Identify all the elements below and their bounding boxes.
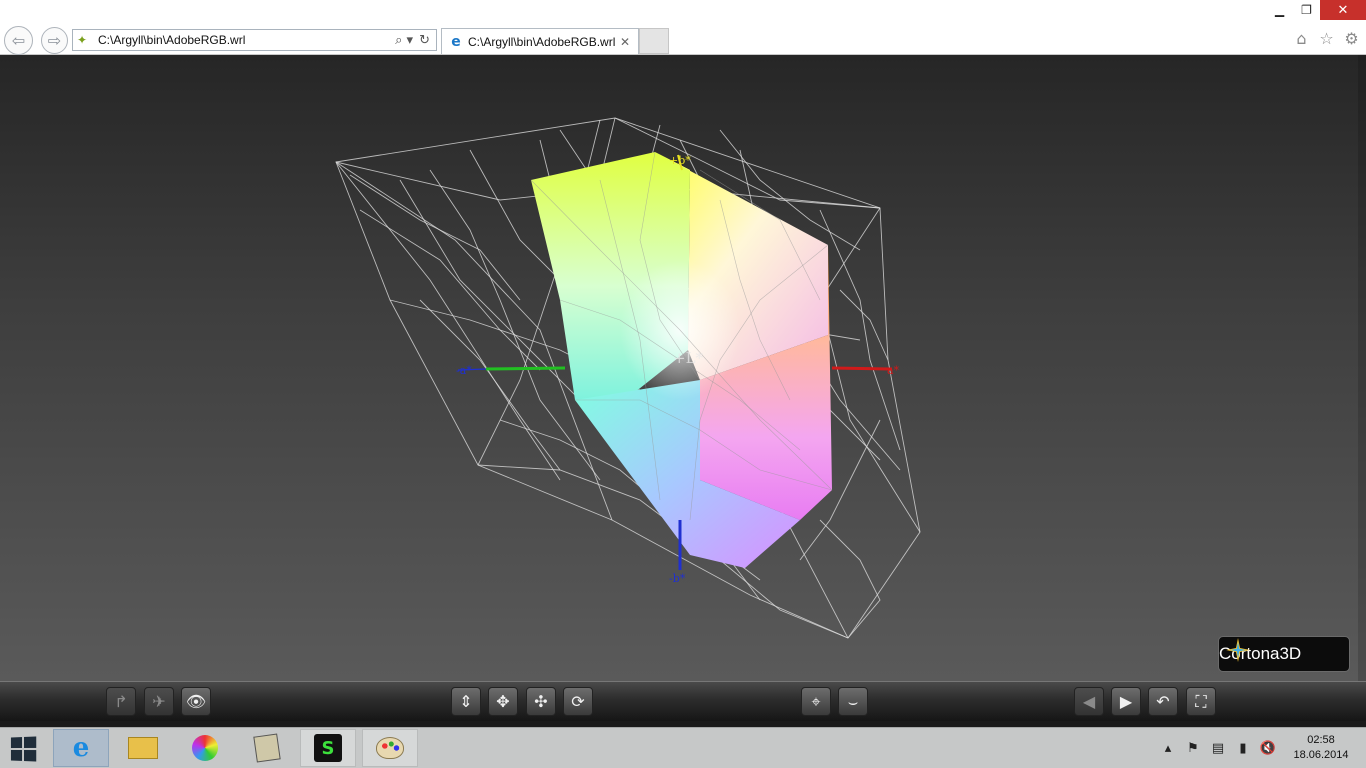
- address-url[interactable]: C:\Argyll\bin\AdobeRGB.wrl: [98, 33, 395, 47]
- window-controls: ▁ ❐ ✕: [1266, 0, 1366, 20]
- minimize-icon: ▁: [1274, 3, 1285, 17]
- browser-chrome: ▁ ❐ ✕ ⇦ ⇨ ✦ C:\Argyll\bin\AdobeRGB.wrl ⌕…: [0, 0, 1366, 55]
- new-tab-button[interactable]: [639, 28, 669, 54]
- tab-close-icon[interactable]: ✕: [620, 35, 634, 49]
- align-icon: ⌣: [847, 691, 859, 711]
- taskbar-color-app[interactable]: [177, 729, 233, 767]
- tab-title: C:\Argyll\bin\AdobeRGB.wrl: [468, 34, 616, 49]
- plan-icon: ⇕: [459, 692, 473, 711]
- windows-logo-pane: [24, 750, 37, 762]
- next-viewpoint-icon: ▶: [1119, 692, 1133, 711]
- action-center-flag-icon[interactable]: ⚑: [1185, 740, 1201, 756]
- taskbar-green-app[interactable]: S: [300, 729, 356, 767]
- taskbar-calibration-app[interactable]: [239, 729, 295, 767]
- close-icon: ✕: [1337, 2, 1349, 18]
- ie-tab-icon: e: [451, 33, 461, 50]
- gear-icon[interactable]: ⚙: [1343, 29, 1360, 48]
- star-icon[interactable]: ☆: [1318, 29, 1335, 48]
- signal-icon[interactable]: ▮: [1235, 740, 1251, 756]
- roll-button[interactable]: ⟳: [563, 687, 593, 716]
- viewer-toolbar: ↱ ✈ 👁 ⇕ ✥ ✣ ⟳ ⌖ ⌣ ◀ ▶ ↶ ⛶: [0, 681, 1366, 721]
- calibration-icon: [253, 733, 281, 763]
- forward-arrow-icon: ⇨: [47, 31, 62, 50]
- pan-icon: ✥: [496, 692, 510, 711]
- next-viewpoint-button[interactable]: ▶: [1111, 687, 1141, 716]
- system-tray: ▴ ⚑ ▤ ▮ 🔇: [1160, 740, 1276, 756]
- pan-button[interactable]: ✥: [488, 687, 518, 716]
- windows-logo-pane: [10, 749, 23, 761]
- minus-b-label: -b*: [669, 572, 686, 585]
- go-to-viewpoint-button[interactable]: ↱: [106, 687, 136, 716]
- color-wheel-icon: [192, 735, 218, 761]
- plus-a-label: a*: [887, 364, 900, 377]
- goto-button[interactable]: ⌖: [801, 687, 831, 716]
- clock-date: 18.06.2014: [1293, 749, 1349, 761]
- folder-icon: [128, 737, 158, 759]
- back-arrow-icon: ⇦: [11, 31, 26, 50]
- align-button[interactable]: ⌣: [838, 687, 868, 716]
- study-mode-icon: 👁: [185, 692, 207, 711]
- taskbar-clock[interactable]: 02:58 18.06.2014: [1290, 733, 1352, 763]
- minimize-button[interactable]: ▁: [1266, 0, 1293, 20]
- refresh-icon[interactable]: ↻: [419, 33, 430, 48]
- minus-a-label: -a*: [456, 364, 472, 377]
- cortona-star-icon: [1226, 638, 1250, 662]
- windows-logo-pane: [10, 737, 23, 749]
- volume-muted-icon[interactable]: 🔇: [1260, 740, 1276, 756]
- study-mode-button[interactable]: 👁: [181, 687, 211, 716]
- windows-taskbar: e S ▴ ⚑ ▤ ▮ 🔇 02:58 18.06.2014: [0, 727, 1366, 768]
- gamut-scene: +b* -b* +L* a* -a*: [335, 117, 921, 639]
- plus-b-label: +b*: [669, 154, 691, 167]
- tab-adobergb[interactable]: e C:\Argyll\bin\AdobeRGB.wrl ✕: [441, 28, 639, 54]
- start-button[interactable]: [10, 736, 38, 762]
- restore-icon: ❐: [1301, 3, 1312, 17]
- previous-viewpoint-button[interactable]: ◀: [1074, 687, 1104, 716]
- fit-icon: ⛶: [1195, 691, 1207, 711]
- vrml-viewport[interactable]: +b* -b* +L* a* -a* Cortona3D: [0, 55, 1366, 681]
- green-app-icon: S: [314, 734, 342, 762]
- previous-viewpoint-icon: ◀: [1082, 692, 1096, 711]
- fly-mode-button[interactable]: ✈: [144, 687, 174, 716]
- goto-icon: ⌖: [811, 691, 821, 711]
- plus-l-label: +L*: [673, 349, 704, 367]
- go-to-viewpoint-icon: ↱: [114, 692, 128, 711]
- forward-button[interactable]: ⇨: [41, 27, 68, 54]
- close-button[interactable]: ✕: [1320, 0, 1366, 20]
- fly-mode-icon: ✈: [152, 692, 166, 711]
- restore-view-icon: ↶: [1156, 692, 1170, 711]
- address-bar[interactable]: ✦ C:\Argyll\bin\AdobeRGB.wrl ⌕ ▾ ↻: [72, 29, 437, 51]
- search-dropdown-icon[interactable]: ⌕ ▾: [395, 33, 413, 48]
- home-icon[interactable]: ⌂: [1293, 29, 1310, 48]
- network-adapter-icon[interactable]: ▤: [1210, 740, 1226, 756]
- back-button[interactable]: ⇦: [4, 26, 33, 55]
- turn-button[interactable]: ✣: [526, 687, 556, 716]
- roll-icon: ⟳: [571, 692, 585, 711]
- browser-tools: ⌂ ☆ ⚙: [1293, 29, 1360, 48]
- plan-button[interactable]: ⇕: [451, 687, 481, 716]
- internet-explorer-icon: e: [72, 733, 90, 763]
- restore-button[interactable]: ❐: [1293, 0, 1320, 20]
- restore-view-button[interactable]: ↶: [1148, 687, 1178, 716]
- windows-logo-pane: [24, 736, 37, 748]
- taskbar-file-explorer[interactable]: [115, 729, 171, 767]
- turn-icon: ✣: [534, 692, 548, 711]
- show-hidden-icons-icon[interactable]: ▴: [1160, 740, 1176, 756]
- taskbar-internet-explorer[interactable]: e: [53, 729, 109, 767]
- fit-button[interactable]: ⛶: [1186, 687, 1216, 716]
- paint-palette-icon: [376, 737, 404, 759]
- taskbar-paint-app[interactable]: [362, 729, 418, 767]
- clock-time: 02:58: [1307, 734, 1335, 746]
- cortona-logo: Cortona3D: [1218, 636, 1350, 672]
- site-favicon-icon: ✦: [77, 33, 88, 47]
- viewport-scrollbar[interactable]: [1358, 55, 1366, 681]
